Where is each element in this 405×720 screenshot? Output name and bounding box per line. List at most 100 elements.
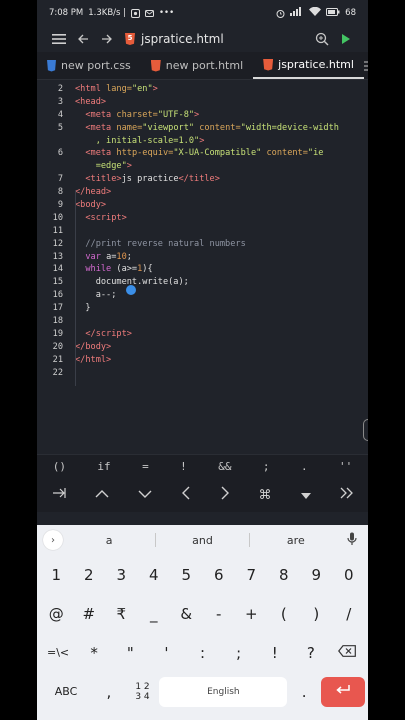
key-2[interactable]: 2: [73, 566, 106, 584]
key-single-quote[interactable]: ': [148, 644, 184, 662]
code-editor[interactable]: 2 <html lang="en"> 3 <head> 4 <meta charse…: [37, 80, 368, 454]
suggestion-a[interactable]: a: [63, 534, 155, 547]
code-line: 6 <meta http-equiv="X-UA-Compatible" con…: [57, 148, 324, 159]
hamburger-menu-icon[interactable]: [47, 27, 71, 51]
symbol-parens[interactable]: (): [53, 460, 66, 473]
symbol-not[interactable]: !: [180, 460, 187, 473]
tab-key-icon[interactable]: [52, 487, 66, 503]
code-line: 2 <html lang="en">: [57, 84, 158, 94]
symbol-dot[interactable]: .: [301, 460, 308, 473]
code-line: 20 </body>: [52, 341, 112, 352]
key-colon[interactable]: :: [184, 644, 220, 662]
key-hash[interactable]: #: [73, 605, 106, 623]
code-line: 17 }: [52, 303, 91, 314]
enter-key[interactable]: [321, 676, 366, 707]
symbol-row-2: =\< * " ' : ; ! ?: [37, 633, 368, 672]
key-8[interactable]: 8: [268, 566, 301, 584]
html-file-icon: [150, 59, 161, 72]
tab-jspratice-html[interactable]: jspratice.html: [253, 52, 364, 79]
key-underscore[interactable]: _: [138, 605, 171, 623]
key-asterisk[interactable]: *: [76, 644, 112, 662]
command-icon[interactable]: ⌘: [259, 488, 272, 503]
status-time: 7:08 PM: [49, 8, 84, 18]
key-close-paren[interactable]: ): [300, 605, 333, 623]
arrow-right-icon[interactable]: [220, 486, 230, 504]
code-line: =edge">: [75, 161, 132, 172]
arrow-left-icon[interactable]: [181, 486, 191, 504]
bottom-row: ABC , 1 2 3 4 English .: [37, 672, 368, 711]
key-question[interactable]: ?: [293, 644, 329, 662]
symbol-bar: () if = ! && ; . '': [37, 454, 368, 478]
app-bar: 5 jspratice.html: [37, 26, 368, 52]
code-line: 7 <title>js practice</title>: [57, 174, 220, 185]
key-5[interactable]: 5: [170, 566, 203, 584]
space-bar[interactable]: English: [159, 676, 288, 707]
key-0[interactable]: 0: [333, 566, 366, 584]
arrow-up-icon[interactable]: [95, 487, 109, 503]
key-minus[interactable]: -: [203, 605, 236, 623]
dropdown-icon[interactable]: [300, 487, 311, 503]
symbol-quotes[interactable]: '': [339, 460, 352, 473]
tab-label: new port.css: [61, 59, 131, 72]
code-line: , initial-scale=1.0">: [75, 135, 205, 146]
html-file-icon: [263, 58, 274, 71]
key-1[interactable]: 1: [40, 566, 73, 584]
key-7[interactable]: 7: [235, 566, 268, 584]
microphone-icon[interactable]: [342, 532, 362, 549]
key-exclamation[interactable]: !: [257, 644, 293, 662]
find-icon[interactable]: [310, 27, 334, 51]
tab-new-port-html[interactable]: new port.html: [141, 52, 253, 79]
suggestion-and[interactable]: and: [156, 534, 248, 547]
code-line: 19 </script>: [52, 328, 132, 339]
symbol-if[interactable]: if: [97, 460, 110, 473]
symbol-semicolon[interactable]: ;: [263, 460, 270, 473]
key-9[interactable]: 9: [300, 566, 333, 584]
symbol-equals[interactable]: =: [142, 460, 149, 473]
code-line: 18: [52, 316, 63, 327]
code-line: 12 //print reverse natural numbers: [52, 238, 246, 249]
arrow-down-icon[interactable]: [138, 487, 152, 503]
notification-icon: [131, 8, 141, 18]
chevron-right-icon[interactable]: ›: [43, 530, 63, 550]
text-cursor-handle[interactable]: [126, 285, 136, 295]
code-line: 11: [52, 225, 63, 236]
abc-key[interactable]: ABC: [40, 677, 92, 707]
double-chevron-right-icon[interactable]: [340, 487, 354, 503]
wifi-icon: [309, 6, 322, 19]
signal-icon: [290, 7, 304, 19]
forward-arrow-icon[interactable]: [95, 27, 119, 51]
indent-guide: [75, 190, 76, 386]
number-row: 1 2 3 4 5 6 7 8 9 0: [37, 555, 368, 594]
key-slash[interactable]: /: [333, 605, 366, 623]
key-comma[interactable]: ,: [92, 677, 126, 707]
back-arrow-icon[interactable]: [71, 27, 95, 51]
numpad-key[interactable]: 1 2 3 4: [126, 677, 160, 707]
code-line: 13 var a=10;: [52, 251, 132, 262]
key-plus[interactable]: +: [235, 605, 268, 623]
key-semicolon[interactable]: ;: [221, 644, 257, 662]
suggestion-are[interactable]: are: [250, 534, 342, 547]
run-play-icon[interactable]: [334, 27, 358, 51]
key-4[interactable]: 4: [138, 566, 171, 584]
key-6[interactable]: 6: [203, 566, 236, 584]
tab-label: jspratice.html: [278, 58, 354, 71]
tab-new-port-css[interactable]: new port.css: [37, 52, 141, 79]
code-line: 14 while (a>=1){: [52, 264, 153, 275]
key-double-quote[interactable]: ": [112, 644, 148, 662]
key-ampersand[interactable]: &: [170, 605, 203, 623]
key-more-symbols[interactable]: =\<: [40, 646, 76, 659]
file-tabs: new port.css new port.html jspratice.htm…: [37, 52, 368, 80]
symbol-and[interactable]: &&: [218, 460, 231, 473]
battery-level: 68: [345, 8, 356, 18]
key-rupee[interactable]: ₹: [105, 605, 138, 623]
scroll-handle[interactable]: [363, 419, 368, 441]
key-open-paren[interactable]: (: [268, 605, 301, 623]
tab-menu-icon[interactable]: [363, 52, 368, 79]
key-3[interactable]: 3: [105, 566, 138, 584]
key-period[interactable]: .: [287, 677, 321, 707]
file-title[interactable]: 5 jspratice.html: [125, 32, 224, 46]
suggestion-bar: › a and are: [37, 525, 368, 555]
backspace-icon[interactable]: [329, 645, 365, 660]
key-at[interactable]: @: [40, 605, 73, 623]
symbol-row-1: @ # ₹ _ & - + ( ) /: [37, 594, 368, 633]
